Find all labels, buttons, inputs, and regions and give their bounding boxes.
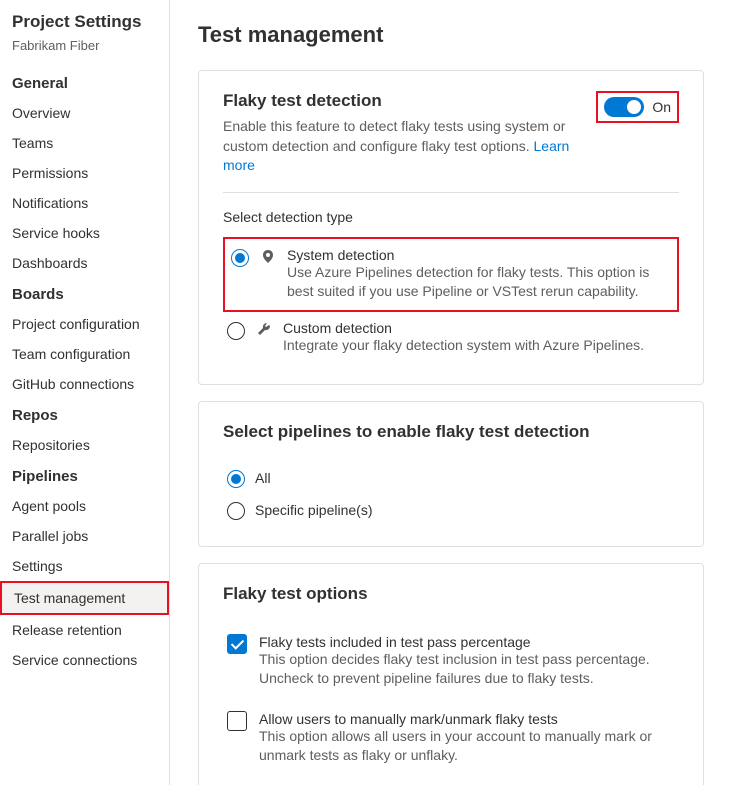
select-pipelines-card: Select pipelines to enable flaky test de… [198,401,704,547]
nav-overview[interactable]: Overview [0,98,169,128]
pipelines-specific-radio[interactable] [227,502,245,520]
include-pass-percentage-row[interactable]: Flaky tests included in test pass percen… [223,628,679,695]
detection-system-radio[interactable] [231,249,249,267]
flaky-options-card: Flaky test options Flaky tests included … [198,563,704,785]
manual-mark-row[interactable]: Allow users to manually mark/unmark flak… [223,705,679,772]
pipelines-specific-row[interactable]: Specific pipeline(s) [223,494,679,526]
detection-system-title: System detection [287,247,671,263]
pipelines-specific-label: Specific pipeline(s) [255,502,373,518]
detection-system-row[interactable]: System detection Use Azure Pipelines det… [223,237,679,312]
select-pipelines-title: Select pipelines to enable flaky test de… [223,422,679,442]
manual-mark-title: Allow users to manually mark/unmark flak… [259,711,675,727]
section-heading-boards: Boards [0,278,169,309]
nav-parallel-jobs[interactable]: Parallel jobs [0,521,169,551]
nav-settings[interactable]: Settings [0,551,169,581]
pipelines-all-row[interactable]: All [223,462,679,494]
include-pass-percentage-title: Flaky tests included in test pass percen… [259,634,675,650]
manual-mark-desc: This option allows all users in your acc… [259,727,675,766]
section-heading-repos: Repos [0,399,169,430]
detection-system-desc: Use Azure Pipelines detection for flaky … [287,263,671,302]
nav-notifications[interactable]: Notifications [0,188,169,218]
include-pass-percentage-checkbox[interactable] [227,634,247,654]
nav-github-connections[interactable]: GitHub connections [0,369,169,399]
detection-custom-radio[interactable] [227,322,245,340]
detection-custom-row[interactable]: Custom detection Integrate your flaky de… [223,312,679,364]
nav-repositories[interactable]: Repositories [0,430,169,460]
nav-service-hooks[interactable]: Service hooks [0,218,169,248]
manual-mark-checkbox[interactable] [227,711,247,731]
nav-permissions[interactable]: Permissions [0,158,169,188]
wrench-icon [255,322,273,338]
flaky-detection-toggle-wrap: On [596,91,679,123]
pipelines-all-radio[interactable] [227,470,245,488]
rocket-icon [259,249,277,265]
nav-release-retention[interactable]: Release retention [0,615,169,645]
nav-service-connections[interactable]: Service connections [0,645,169,675]
section-heading-general: General [0,67,169,98]
flaky-detection-toggle[interactable] [604,97,644,117]
nav-agent-pools[interactable]: Agent pools [0,491,169,521]
include-pass-percentage-desc: This option decides flaky test inclusion… [259,650,675,689]
divider [223,192,679,193]
nav-test-management[interactable]: Test management [0,581,169,615]
detection-type-heading: Select detection type [223,209,679,225]
main-content: Test management Flaky test detection Ena… [170,0,732,785]
sidebar: Project Settings Fabrikam Fiber General … [0,0,170,785]
flaky-detection-toggle-label: On [652,99,671,115]
detection-custom-desc: Integrate your flaky detection system wi… [283,336,675,356]
flaky-options-title: Flaky test options [223,584,679,604]
pipelines-all-label: All [255,470,271,486]
nav-teams[interactable]: Teams [0,128,169,158]
nav-team-configuration[interactable]: Team configuration [0,339,169,369]
nav-project-configuration[interactable]: Project configuration [0,309,169,339]
section-heading-pipelines: Pipelines [0,460,169,491]
sidebar-title: Project Settings [0,8,169,36]
flaky-detection-card: Flaky test detection Enable this feature… [198,70,704,385]
nav-dashboards[interactable]: Dashboards [0,248,169,278]
page-title: Test management [198,22,704,48]
flaky-detection-title: Flaky test detection [223,91,584,111]
sidebar-subtitle: Fabrikam Fiber [0,36,169,67]
flaky-detection-desc: Enable this feature to detect flaky test… [223,117,584,176]
detection-custom-title: Custom detection [283,320,675,336]
